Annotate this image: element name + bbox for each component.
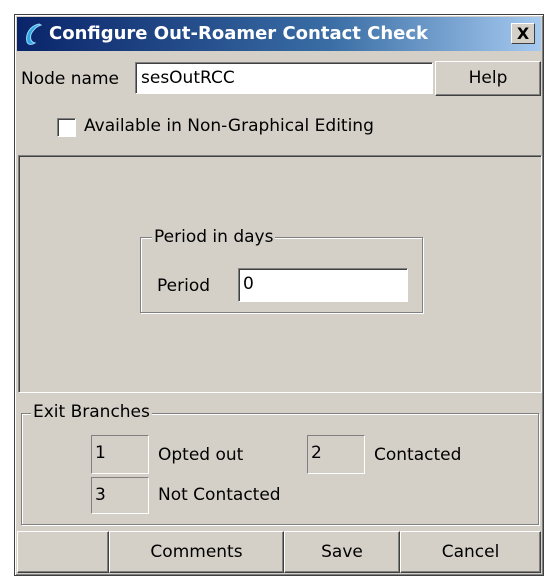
non-graphical-editing-label: Available in Non-Graphical Editing	[84, 116, 374, 136]
period-group-label: Period in days	[152, 227, 276, 247]
exit-branches-label: Exit Branches	[31, 402, 152, 422]
branch-1-number: 1	[91, 435, 149, 474]
button-bar-spacer	[17, 531, 109, 573]
branch-2-label: Contacted	[374, 445, 462, 465]
configure-dialog: Configure Out-Roamer Contact Check X Nod…	[14, 14, 544, 576]
non-graphical-editing-checkbox[interactable]	[57, 118, 76, 137]
title-bar[interactable]: Configure Out-Roamer Contact Check X	[17, 17, 541, 51]
save-button[interactable]: Save	[284, 531, 400, 573]
branch-1-label: Opted out	[158, 445, 244, 465]
node-name-input[interactable]: sesOutRCC	[135, 62, 433, 94]
cancel-button[interactable]: Cancel	[400, 531, 541, 573]
window-title: Configure Out-Roamer Contact Check	[49, 23, 429, 44]
period-label: Period	[157, 276, 211, 296]
help-button[interactable]: Help	[435, 61, 541, 96]
branch-3-number: 3	[91, 477, 149, 514]
app-logo-icon	[26, 23, 43, 45]
period-input[interactable]: 0	[238, 268, 408, 302]
branch-3-label: Not Contacted	[158, 485, 281, 505]
node-name-label: Node name	[21, 69, 119, 89]
comments-button[interactable]: Comments	[109, 531, 284, 573]
settings-panel: Period in days Period 0	[18, 155, 542, 393]
close-button[interactable]: X	[511, 23, 535, 44]
branch-2-number: 2	[307, 435, 365, 474]
